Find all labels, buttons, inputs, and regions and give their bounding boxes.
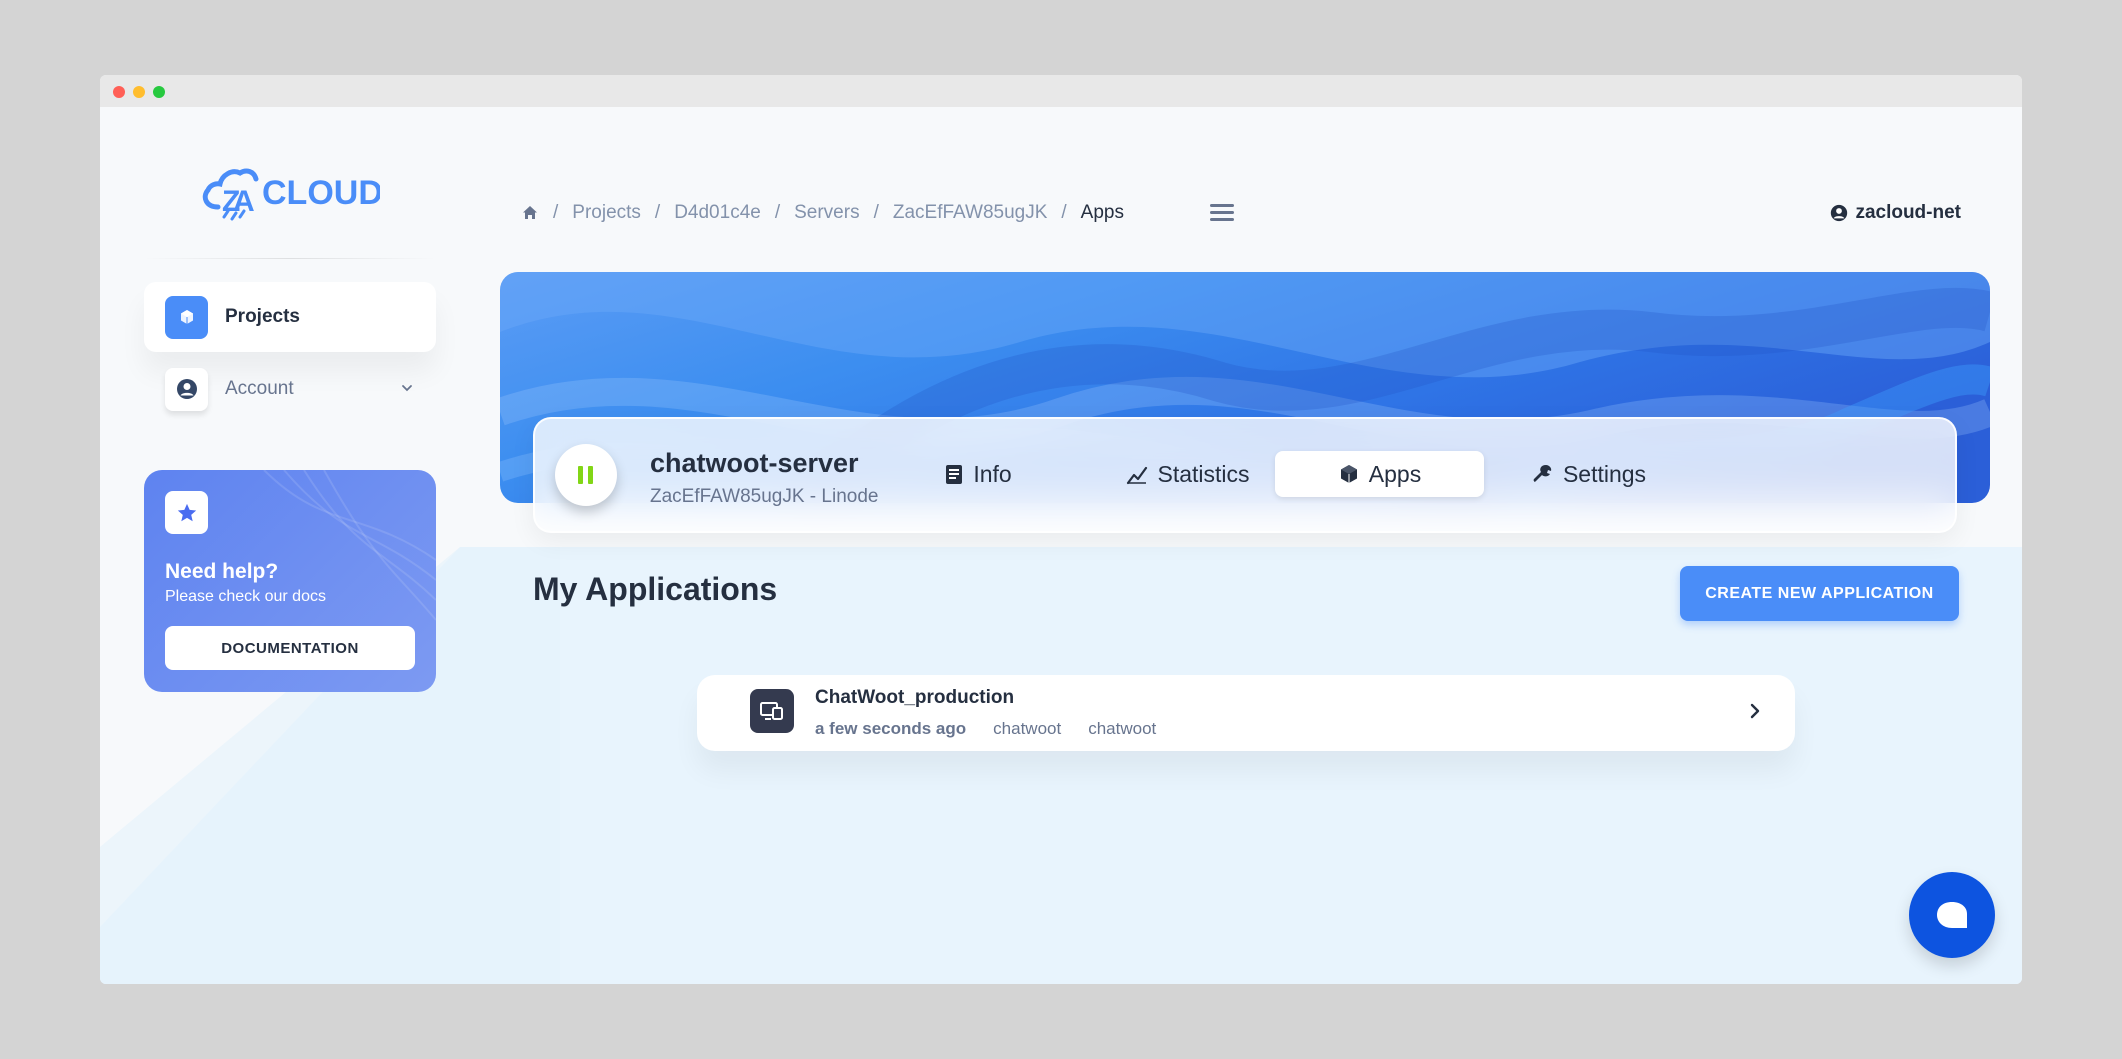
user-name: zacloud-net — [1855, 202, 1961, 223]
sidebar-item-label: Projects — [225, 306, 300, 327]
chevron-right-icon[interactable] — [1748, 703, 1762, 719]
breadcrumb-separator: / — [654, 202, 661, 223]
svg-text:CLOUD: CLOUD — [262, 174, 380, 212]
breadcrumb-separator: / — [553, 202, 559, 223]
tab-statistics[interactable]: Statistics — [1083, 451, 1293, 497]
hamburger-menu-icon[interactable] — [1210, 204, 1234, 224]
application-time: a few seconds ago — [815, 719, 967, 738]
breadcrumb-item[interactable]: Servers — [794, 202, 859, 224]
server-name: chatwoot-server — [650, 448, 859, 478]
sidebar-item-label: Account — [225, 378, 294, 399]
close-window-dot[interactable] — [113, 86, 125, 98]
user-circle-icon — [1831, 204, 1848, 222]
breadcrumb-current: Apps — [1080, 202, 1124, 223]
breadcrumb-item[interactable]: D4d01c4e — [674, 202, 761, 224]
star-icon — [165, 491, 208, 534]
maximize-window-dot[interactable] — [153, 86, 165, 98]
help-title: Need help? — [165, 560, 279, 583]
document-icon — [946, 465, 963, 484]
breadcrumb-item[interactable]: ZacEfFAW85ugJK — [893, 202, 1048, 224]
create-application-button[interactable]: CREATE NEW APPLICATION — [1680, 566, 1959, 621]
breadcrumb-separator: / — [774, 202, 781, 223]
tab-apps[interactable]: Apps — [1275, 451, 1484, 497]
tab-label: Apps — [1368, 460, 1422, 487]
application-list-item[interactable]: ChatWoot_production a few seconds ago ch… — [697, 675, 1795, 751]
application-icon — [750, 689, 794, 733]
application-meta: a few seconds ago chatwoot chatwoot — [815, 719, 1183, 739]
help-subtitle: Please check our docs — [165, 588, 326, 605]
browser-window: Z A CLOUD Projects Account Need help? Pl… — [100, 75, 2022, 984]
help-card: Need help? Please check our docs DOCUMEN… — [144, 470, 436, 692]
window-titlebar — [100, 75, 2022, 107]
chart-icon — [1127, 466, 1148, 485]
chat-launcher-button[interactable] — [1909, 872, 1995, 958]
chevron-down-icon[interactable] — [400, 381, 414, 395]
app-content: Z A CLOUD Projects Account Need help? Pl… — [100, 107, 2022, 984]
chat-bubble-icon — [1937, 902, 1967, 928]
tab-label: Statistics — [1157, 460, 1250, 487]
server-subtitle: ZacEfFAW85ugJK - Linode — [650, 486, 879, 507]
application-name: ChatWoot_production — [815, 687, 1015, 708]
cube-icon — [1340, 465, 1357, 483]
user-circle-icon — [165, 367, 208, 411]
home-icon[interactable] — [521, 204, 539, 222]
minimize-window-dot[interactable] — [133, 86, 145, 98]
application-tag: chatwoot — [993, 719, 1062, 738]
zacloud-logo[interactable]: Z A CLOUD — [200, 163, 383, 227]
tab-label: Settings — [1562, 460, 1647, 487]
cube-icon — [165, 295, 208, 339]
breadcrumb: / Projects / D4d01c4e / Servers / ZacEfF… — [521, 202, 1124, 224]
breadcrumb-separator: / — [873, 202, 879, 223]
sidebar-item-projects[interactable]: Projects — [144, 282, 436, 352]
sidebar-item-account[interactable]: Account — [144, 354, 436, 424]
documentation-button[interactable]: DOCUMENTATION — [165, 626, 415, 670]
server-header-card: chatwoot-server ZacEfFAW85ugJK - Linode … — [533, 417, 1957, 533]
pause-icon — [578, 466, 593, 484]
breadcrumb-separator: / — [1061, 202, 1067, 223]
page-title: My Applications — [533, 571, 778, 607]
tab-settings[interactable]: Settings — [1499, 451, 1679, 497]
application-tag: chatwoot — [1088, 719, 1157, 738]
breadcrumb-item[interactable]: Projects — [572, 202, 641, 224]
tab-label: Info — [973, 460, 1012, 487]
user-menu[interactable]: zacloud-net — [1830, 202, 1961, 224]
wrench-icon — [1533, 465, 1552, 482]
tab-info[interactable]: Info — [903, 451, 1053, 497]
pause-server-button[interactable] — [555, 444, 617, 506]
sidebar-divider — [144, 258, 436, 259]
